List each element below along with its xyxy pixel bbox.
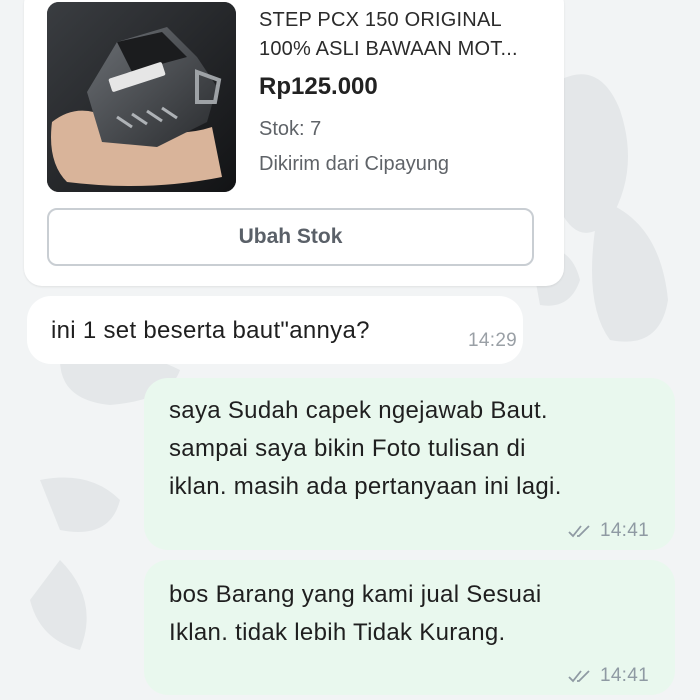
outgoing-message[interactable]: bos Barang yang kami jual Sesuai Iklan. … [144,560,675,695]
double-check-icon [568,525,590,538]
product-price: Rp125.000 [259,73,378,100]
incoming-message[interactable]: ini 1 set beserta baut"annya? 14:29 [27,296,523,364]
message-time: 14:29 [468,330,518,351]
message-meta: 14:41 [568,657,649,695]
product-title-line-2: 100% ASLI BAWAAN MOT... [259,38,518,60]
product-location: Dikirim dari Cipayung [259,153,450,175]
product-image[interactable] [47,2,236,192]
message-line: iklan. masih ada pertanyaan ini lagi. [169,473,562,500]
message-text: saya Sudah capek ngejawab Baut. sampai s… [169,392,562,506]
message-line: sampai saya bikin Foto tulisan di [169,435,526,462]
message-time: 14:41 [599,520,649,541]
message-text: bos Barang yang kami jual Sesuai Iklan. … [169,576,541,652]
product-title-line-1: STEP PCX 150 ORIGINAL [259,9,502,31]
message-meta: 14:41 [568,512,649,550]
message-line: bos Barang yang kami jual Sesuai [169,581,542,608]
double-check-icon [568,670,590,683]
product-card[interactable]: STEP PCX 150 ORIGINAL 100% ASLI BAWAAN M… [24,0,564,286]
outgoing-message[interactable]: saya Sudah capek ngejawab Baut. sampai s… [144,378,675,550]
product-title[interactable]: STEP PCX 150 ORIGINAL 100% ASLI BAWAAN M… [259,6,549,64]
message-text: ini 1 set beserta baut"annya? [51,317,370,344]
message-time: 14:41 [599,665,649,686]
message-line: Iklan. tidak lebih Tidak Kurang. [169,619,506,646]
change-stock-button[interactable]: Ubah Stok [47,208,534,266]
product-stock: Stok: 7 [259,118,322,140]
message-line: saya Sudah capek ngejawab Baut. [169,397,548,424]
